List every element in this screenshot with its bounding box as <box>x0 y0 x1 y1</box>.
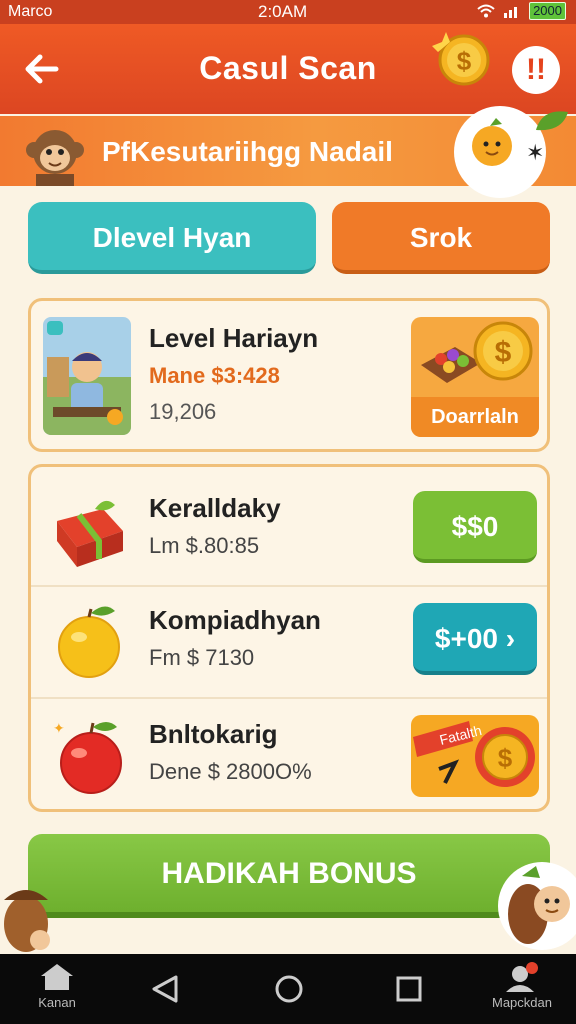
offer-title: Kompiadhyan <box>149 605 321 635</box>
app-header: Casul Scan $ !! <box>0 24 576 114</box>
back-triangle-icon[interactable] <box>148 974 182 1004</box>
featured-count: 19,206 <box>149 399 217 424</box>
recents-square-icon[interactable] <box>394 974 424 1004</box>
nav-home-label: Kanan <box>38 995 76 1010</box>
status-time: 2:0AM <box>258 2 308 21</box>
featured-title: Level Hariayn <box>149 323 319 353</box>
tab-stock[interactable]: Srok <box>332 202 550 274</box>
navigation-bar: Kanan Mapckdan <box>0 954 576 1024</box>
svg-text:$: $ <box>457 46 472 76</box>
list-item[interactable]: ✦ Bnltokarig Dene $ 2800O% Fatalth $ <box>31 699 547 811</box>
list-item[interactable]: Keralldaky Lm $.80:85 $$0 <box>31 473 547 587</box>
apple-fruit-icon: ✦ <box>53 721 122 794</box>
featured-level-card[interactable]: Level Hariayn Mane $3:428 19,206 $ Doarr… <box>28 298 550 452</box>
nav-home[interactable]: Kanan <box>26 962 88 1010</box>
orange-fruit-icon <box>58 606 120 678</box>
offer-buy-button[interactable]: $$0 <box>413 491 537 563</box>
status-bar: Marco 2:0AM 2000 <box>0 0 576 24</box>
featured-action-button[interactable]: $ Doarrlaln <box>411 317 539 437</box>
home-icon <box>41 964 73 990</box>
svg-text:$: $ <box>495 336 512 369</box>
leaf-icon <box>536 111 568 131</box>
special-offer-badge[interactable]: Fatalth $ <box>407 707 543 803</box>
offer-subtitle: Lm $.80:85 <box>149 533 260 558</box>
acorn-character-icon <box>498 862 576 950</box>
profile-icon <box>506 962 538 992</box>
offer-title: Bnltokarig <box>149 719 278 749</box>
svg-text:✦: ✦ <box>53 721 65 737</box>
tab-level[interactable]: Dlevel Hyan <box>28 202 316 274</box>
featured-action-label: Doarrlaln <box>411 397 539 437</box>
offer-subtitle: Fm $ 7130 <box>149 645 255 670</box>
carrier-name: Marco <box>8 3 53 20</box>
offers-list: Keralldaky Lm $.80:85 $$0 Kompiadhyan Fm… <box>28 464 550 812</box>
coin-icon[interactable]: $ <box>428 26 492 90</box>
battery-indicator: 2000 <box>529 2 566 20</box>
signal-icon <box>504 7 518 18</box>
offer-buy-button[interactable]: $+00 › <box>413 603 537 675</box>
nav-profile-label: Mapckdan <box>492 995 552 1010</box>
acorn-mascot-icon <box>4 890 50 952</box>
list-item[interactable]: Kompiadhyan Fm $ 7130 $+00 › <box>31 585 547 699</box>
wifi-icon <box>477 4 495 18</box>
alert-button[interactable]: !! <box>512 46 560 94</box>
banner-text: PfKesutariihgg Nadail <box>102 136 393 167</box>
svg-text:$: $ <box>498 743 513 773</box>
featured-price: Mane $3:428 <box>149 363 280 388</box>
offer-title: Keralldaky <box>149 493 281 523</box>
nav-profile[interactable]: Mapckdan <box>480 962 564 1010</box>
monkey-mascot-icon <box>26 130 84 186</box>
player-avatar-thumbnail <box>43 317 131 435</box>
bonus-button[interactable]: HADIKAH BONUS <box>28 834 550 918</box>
svg-text:✶: ✶ <box>526 141 544 166</box>
treasure-coin-icon: $ <box>421 321 533 383</box>
home-circle-icon[interactable] <box>272 974 306 1004</box>
offer-subtitle: Dene $ 2800O% <box>149 759 312 784</box>
gift-box-icon <box>57 500 123 567</box>
